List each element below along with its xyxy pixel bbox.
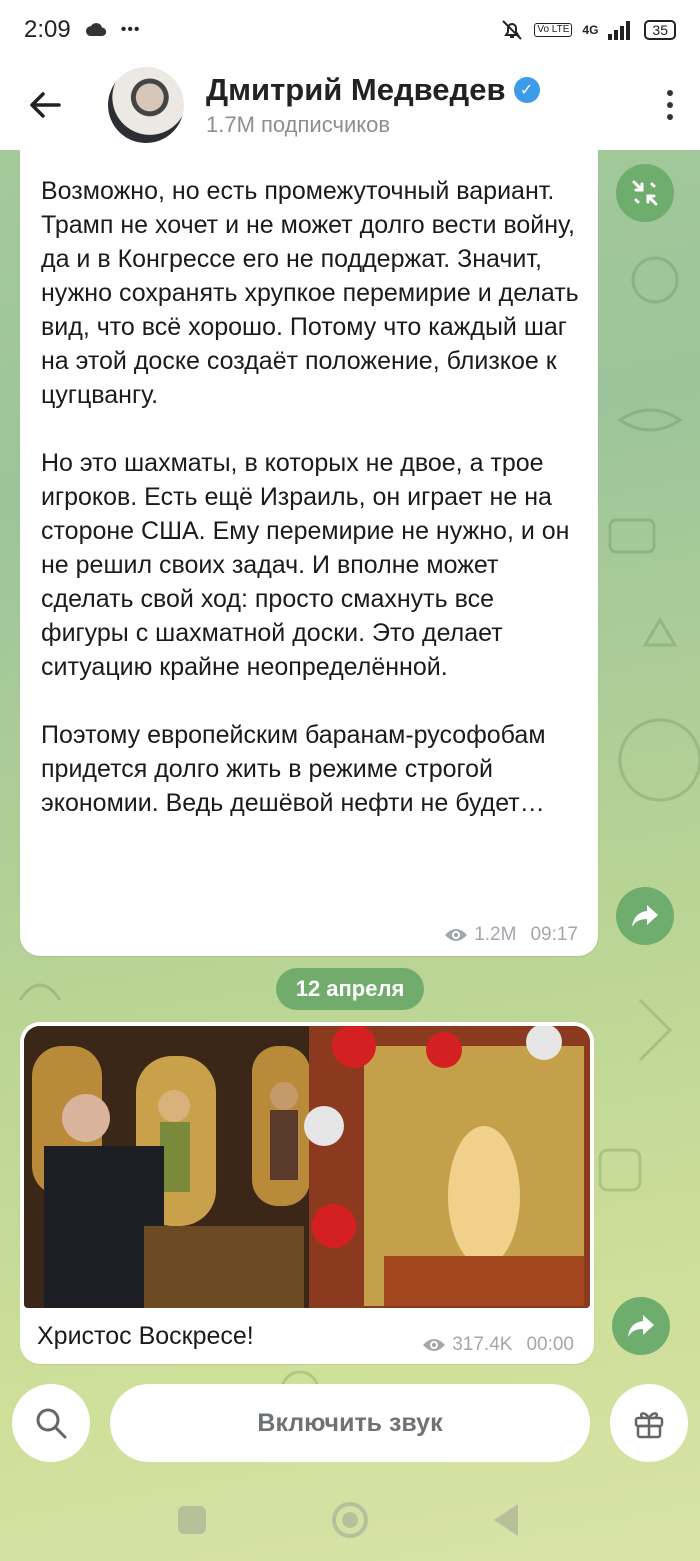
channel-avatar[interactable] <box>108 67 184 143</box>
share-button[interactable] <box>616 887 674 945</box>
status-more: ••• <box>120 21 141 38</box>
subscriber-count: 1.7M подписчиков <box>206 112 391 137</box>
cloud-icon <box>85 23 106 36</box>
recents-button[interactable] <box>178 1506 206 1534</box>
photo-message-bubble[interactable]: Христос Воскресе! 317.4K 00:00 <box>20 1022 594 1364</box>
channel-title[interactable]: Дмитрий Медведев ✓ 1.7M подписчиков <box>206 72 540 138</box>
collapse-icon <box>632 180 658 206</box>
battery-icon: 35 <box>644 20 676 40</box>
system-back-button[interactable] <box>494 1504 518 1536</box>
network-type: 4G <box>582 23 599 37</box>
message-time: 09:17 <box>530 924 578 945</box>
views-icon <box>445 929 468 941</box>
status-time: 2:09 <box>24 16 71 43</box>
search-button[interactable] <box>12 1384 90 1462</box>
channel-name: Дмитрий Медведев <box>206 72 506 107</box>
system-nav-bar <box>0 1480 700 1561</box>
date-separator: 12 апреля <box>276 968 424 1010</box>
gift-icon <box>634 1412 664 1439</box>
collapse-button[interactable] <box>616 164 674 222</box>
message-meta: 1.2M 09:17 <box>444 924 578 946</box>
volte-badge: Vo LTE <box>534 23 573 37</box>
back-arrow-icon <box>30 92 61 118</box>
share-button[interactable] <box>612 1297 670 1355</box>
photo-caption: Христос Воскресе! <box>37 1322 254 1350</box>
search-icon <box>36 1408 67 1439</box>
post-photo[interactable] <box>24 1026 590 1308</box>
message-meta: 317.4K 00:00 <box>422 1334 574 1356</box>
views-icon <box>423 1339 446 1351</box>
share-arrow-icon <box>632 905 658 927</box>
verified-icon: ✓ <box>513 77 540 103</box>
message-text: Возможно, но есть промежуточный вариант.… <box>41 177 579 817</box>
back-button[interactable] <box>0 60 90 150</box>
gift-button[interactable] <box>610 1384 688 1462</box>
more-vert-icon[interactable] <box>640 60 700 150</box>
status-bar: 2:09 ••• Vo LTE 4G 35 <box>0 0 700 60</box>
mute-bell-icon <box>502 20 523 40</box>
message-bubble[interactable]: Возможно, но есть промежуточный вариант.… <box>20 150 598 956</box>
signal-icon <box>608 21 631 40</box>
message-time: 00:00 <box>526 1334 574 1355</box>
chat-header: Дмитрий Медведев ✓ 1.7M подписчиков <box>0 60 700 150</box>
view-count: 1.2M <box>474 924 517 945</box>
home-button[interactable] <box>332 1502 368 1538</box>
share-arrow-icon <box>628 1315 654 1337</box>
photo-image <box>24 1026 590 1308</box>
unmute-button[interactable]: Включить звук <box>110 1384 590 1462</box>
view-count: 317.4K <box>452 1334 513 1355</box>
